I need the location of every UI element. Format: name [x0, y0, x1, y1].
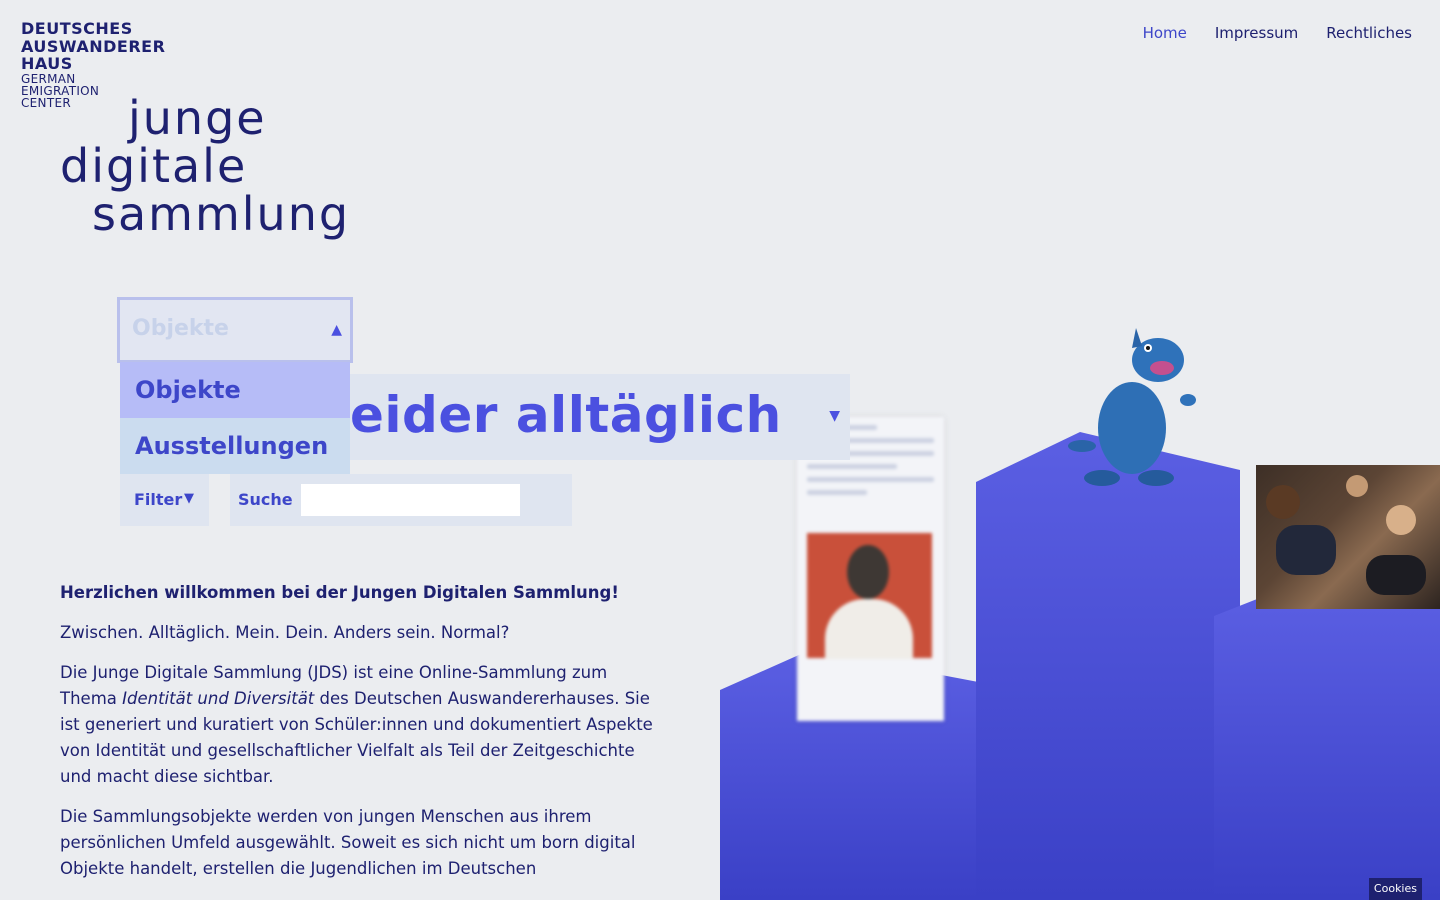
logo-line-3: HAUS [21, 54, 73, 73]
intro-paragraph-1: Zwischen. Alltäglich. Mein. Dein. Anders… [60, 623, 510, 642]
brand-wordmark: junge digitale sammlung [60, 94, 350, 238]
p2-emphasis: Identität und Diversität [122, 689, 315, 708]
type-select-value: Objekte [132, 316, 229, 341]
stage-block-right [1214, 590, 1440, 900]
chevron-down-icon: ▼ [184, 491, 194, 506]
search-label: Suche [238, 490, 293, 509]
type-select[interactable]: Objekte ▲ [117, 297, 353, 363]
chevron-up-icon: ▲ [331, 322, 342, 338]
option-objekte[interactable]: Objekte [120, 362, 350, 418]
option-ausstellungen[interactable]: Ausstellungen [120, 418, 350, 474]
intro-text: Herzlichen willkommen bei der Jungen Dig… [60, 580, 660, 896]
phrase-select-value: eider alltäglich [350, 386, 782, 444]
brand-line-1: junge [128, 91, 267, 145]
blue-dinosaur-figure [1068, 328, 1196, 486]
intro-paragraph-3: Die Sammlungsobjekte werden von jungen M… [60, 807, 636, 878]
type-select-menu: Objekte Ausstellungen [120, 362, 350, 474]
cookies-button[interactable]: Cookies [1368, 878, 1422, 900]
intro-paragraph-2: Die Junge Digitale Sammlung (JDS) ist ei… [60, 660, 660, 790]
brand-line-3: sammlung [92, 187, 351, 241]
search-box: Suche [230, 474, 572, 526]
nav-rechtliches-link[interactable]: Rechtliches [1326, 24, 1412, 42]
logo-line-1: DEUTSCHES [21, 19, 133, 38]
filter-label: Filter [134, 490, 183, 509]
main-nav: Home Impressum Rechtliches [1143, 24, 1412, 42]
intro-heading: Herzlichen willkommen bei der Jungen Dig… [60, 583, 619, 602]
nav-home-link[interactable]: Home [1143, 24, 1187, 42]
nav-impressum-link[interactable]: Impressum [1215, 24, 1298, 42]
filter-button[interactable]: Filter ▼ [120, 474, 209, 526]
stage-block-middle [976, 432, 1240, 900]
brand-line-2: digitale [60, 139, 248, 193]
search-input[interactable] [301, 484, 520, 516]
logo-line-2: AUSWANDERER [21, 36, 166, 56]
portrait-photo [807, 533, 932, 659]
logo-sub-1: GERMAN [21, 71, 76, 86]
chevron-down-icon: ▼ [829, 408, 840, 424]
phone-screenshot-image[interactable] [797, 417, 944, 721]
children-photo[interactable] [1256, 465, 1440, 609]
